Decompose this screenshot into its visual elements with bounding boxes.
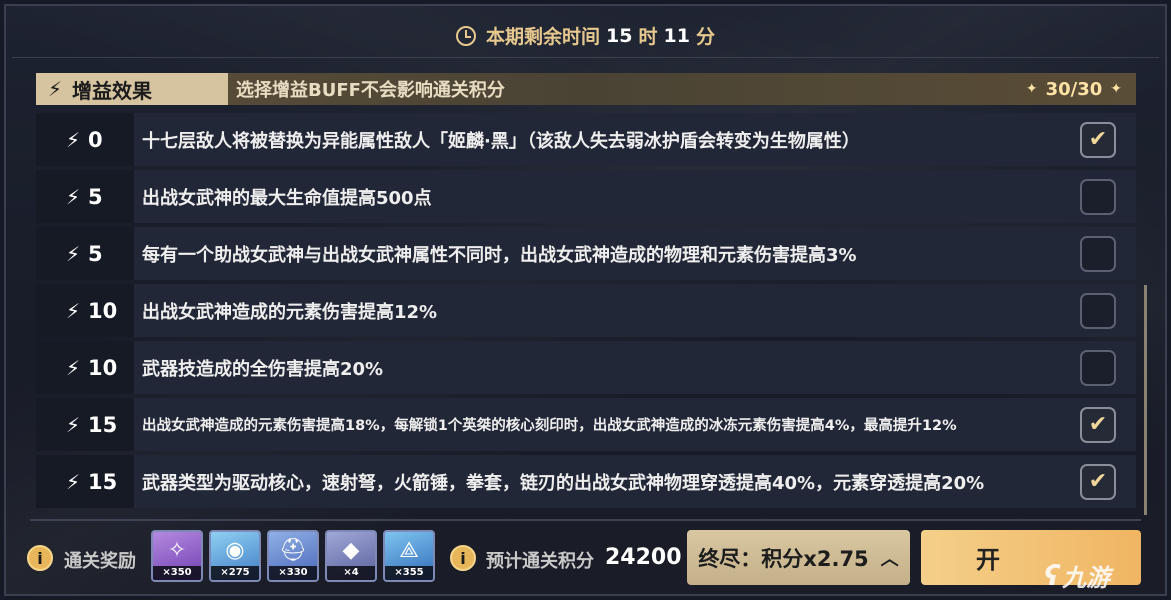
list-scrollbar[interactable] (1144, 285, 1147, 515)
buff-checkbox[interactable]: ✔ (1080, 121, 1116, 158)
lightning-icon: ⚡ (66, 184, 81, 209)
buff-list: ⚡ 0 十七层敌人将被替换为异能属性敌人「姬麟·黑」（该敌人失去弱冰护盾会转变为生… (36, 113, 1136, 512)
buff-cost-value: 15 (88, 469, 118, 494)
footer-bar: i 通关奖励 ✧ ×350 ◉ ×275 ⛑ ×330 ◆ ×4 ⟁ ×355 … (0, 530, 1171, 590)
emblem-icon: ⟁ (399, 537, 419, 563)
buff-cost-value: 10 (88, 355, 118, 380)
timer-hours: 15 (606, 24, 633, 47)
ore-icon: ◆ (342, 537, 360, 563)
timer-prefix: 本期剩余时间 (486, 26, 601, 48)
buff-header-tag: ⚡ 增益效果 (36, 73, 228, 105)
timer-minutes-unit: 分 (695, 26, 715, 48)
buff-header-description: 选择增益BUFF不会影响通关积分 (236, 80, 505, 101)
buff-description: 每有一个助战女武神与出战女武神属性不同时，出战女武神造成的物理和元素伤害提高3% (142, 244, 857, 266)
watermark-text: 九游 (1062, 563, 1111, 592)
lightning-icon: ⚡ (66, 355, 81, 380)
buff-cost-value: 15 (88, 412, 118, 437)
watermark: ʕ 九游 (1044, 556, 1110, 594)
checkmark-icon: ✔ (1088, 469, 1108, 494)
buff-count-value: 30/30 (1045, 78, 1103, 100)
info-icon[interactable]: i (27, 545, 53, 571)
buff-cost: ⚡ 15 (36, 455, 134, 508)
rewards-label: 通关奖励 (64, 551, 136, 572)
buff-header: ⚡ 增益效果 选择增益BUFF不会影响通关积分 ✦ 30/30 ✦ (36, 73, 1136, 105)
buff-header-title: 增益效果 (72, 78, 153, 103)
buff-checkbox[interactable] (1080, 292, 1116, 329)
buff-checkbox[interactable]: ✔ (1080, 463, 1116, 500)
info-icon[interactable]: i (450, 545, 476, 571)
buff-description: 武器技造成的全伤害提高20% (142, 358, 384, 380)
buff-cost: ⚡ 5 (36, 227, 134, 280)
reward-item[interactable]: ◆ ×4 (325, 530, 377, 582)
reward-item[interactable]: ⟁ ×355 (383, 530, 435, 582)
buff-cost: ⚡ 15 (36, 398, 134, 451)
lightning-icon: ⚡ (66, 469, 81, 494)
score-label: 预计通关积分 (486, 551, 594, 572)
sparkle-icon: ✦ (1025, 81, 1038, 97)
buff-description: 武器类型为驱动核心，速射弩，火箭锤，拳套，链刃的出战女武神物理穿透提高40%，元… (142, 472, 985, 494)
buff-cost: ⚡ 0 (36, 113, 134, 166)
score-value: 24200 (605, 545, 682, 570)
difficulty-button[interactable]: 终尽：积分x2.75 ︿ (687, 530, 910, 585)
lightning-icon: ⚡ (66, 298, 81, 323)
timer-hours-unit: 时 (638, 26, 658, 48)
buff-checkbox[interactable] (1080, 235, 1116, 272)
lightning-icon: ⚡ (66, 127, 81, 152)
reward-quantity: ×4 (327, 566, 375, 580)
buff-cost: ⚡ 5 (36, 170, 134, 223)
buff-cost: ⚡ 10 (36, 284, 134, 337)
lightning-icon: ⚡ (66, 412, 81, 437)
timer-minutes: 11 (663, 24, 690, 47)
buff-cost-value: 5 (88, 184, 103, 209)
reward-item[interactable]: ✧ ×350 (151, 530, 203, 582)
lightning-icon: ⚡ (48, 77, 63, 101)
buff-row[interactable]: ⚡ 10 武器技造成的全伤害提高20% (36, 341, 1136, 394)
top-divider (12, 57, 1159, 58)
reward-item[interactable]: ⛑ ×330 (267, 530, 319, 582)
buff-row[interactable]: ⚡ 5 出战女武神的最大生命值提高500点 (36, 170, 1136, 223)
buff-cost-value: 10 (88, 298, 118, 323)
buff-description: 十七层敌人将被替换为异能属性敌人「姬麟·黑」（该敌人失去弱冰护盾会转变为生物属性… (142, 130, 860, 152)
lightning-icon: ⚡ (66, 241, 81, 266)
period-timer: 本期剩余时间 15 时 11 分 (0, 22, 1171, 49)
buff-row[interactable]: ⚡ 10 出战女武神造成的元素伤害提高12% (36, 284, 1136, 337)
bottom-divider (30, 519, 1141, 521)
crystal-icon: ✧ (167, 537, 187, 563)
sparkle-icon: ✦ (1110, 81, 1122, 97)
coin-icon: ◉ (225, 537, 245, 563)
reward-item[interactable]: ◉ ×275 (209, 530, 261, 582)
buff-description: 出战女武神造成的元素伤害提高18%，每解锁1个英桀的核心刻印时，出战女武神造成的… (142, 418, 957, 434)
buff-checkbox[interactable] (1080, 349, 1116, 386)
difficulty-label: 终尽：积分x2.75 (698, 546, 869, 571)
buff-checkbox[interactable]: ✔ (1080, 406, 1116, 443)
buff-cost: ⚡ 10 (36, 341, 134, 394)
reward-quantity: ×355 (385, 566, 433, 580)
start-label: 开 (976, 546, 1000, 574)
checkmark-icon: ✔ (1088, 412, 1108, 437)
reward-quantity: ×330 (269, 566, 317, 580)
buff-checkbox[interactable] (1080, 178, 1116, 215)
buff-description: 出战女武神的最大生命值提高500点 (142, 187, 432, 209)
buff-row[interactable]: ⚡ 15 武器类型为驱动核心，速射弩，火箭锤，拳套，链刃的出战女武神物理穿透提高4… (36, 455, 1136, 508)
reward-quantity: ×275 (211, 566, 259, 580)
buff-cost-value: 5 (88, 241, 103, 266)
buff-count: ✦ 30/30 ✦ (1026, 79, 1122, 100)
jiuyou-logo-icon: ʕ (1044, 558, 1061, 592)
buff-cost-value: 0 (88, 127, 103, 152)
helmet-icon: ⛑ (279, 537, 307, 563)
chevron-up-icon: ︿ (880, 548, 899, 570)
buff-row[interactable]: ⚡ 0 十七层敌人将被替换为异能属性敌人「姬麟·黑」（该敌人失去弱冰护盾会转变为生… (36, 113, 1136, 166)
checkmark-icon: ✔ (1088, 127, 1108, 152)
buff-description: 出战女武神造成的元素伤害提高12% (142, 301, 438, 323)
buff-row[interactable]: ⚡ 5 每有一个助战女武神与出战女武神属性不同时，出战女武神造成的物理和元素伤害提… (36, 227, 1136, 280)
buff-row[interactable]: ⚡ 15 出战女武神造成的元素伤害提高18%，每解锁1个英桀的核心刻印时，出战女武… (36, 398, 1136, 451)
clock-icon (456, 25, 477, 46)
reward-quantity: ×350 (153, 566, 201, 580)
